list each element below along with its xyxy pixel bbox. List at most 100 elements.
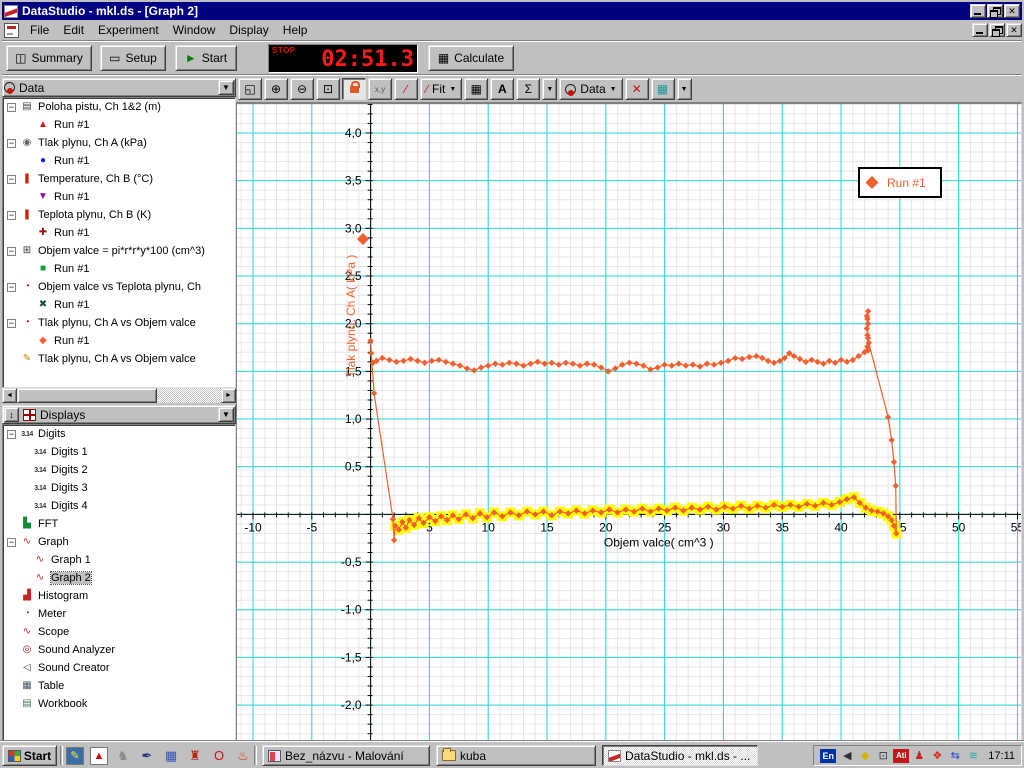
tree-expand-box[interactable]: − <box>7 283 16 292</box>
tree-expand-box[interactable]: − <box>7 538 16 547</box>
menu-window[interactable]: Window <box>166 20 223 40</box>
notes-icon[interactable]: ✎ <box>66 747 84 765</box>
graph-settings-button[interactable]: ▦ <box>651 78 675 100</box>
zoom-out-button[interactable]: ⊖ <box>290 78 314 100</box>
display-item-meter[interactable]: ◔Meter <box>3 605 235 623</box>
tree-expand-box[interactable]: − <box>7 247 16 256</box>
smart-tool-button[interactable] <box>342 78 366 100</box>
display-item-fft[interactable]: ▙FFT <box>3 515 235 533</box>
display-item-graph[interactable]: −∿Graph <box>3 533 235 551</box>
data-tree-item[interactable]: ✎Tlak plynu, Ch A vs Objem valce <box>3 350 235 368</box>
taskbar-task-kuba[interactable]: kuba <box>436 745 596 766</box>
data-tree-item[interactable]: −⊞Objem valce = pi*r*r*y*100 (cm^3) <box>3 242 235 260</box>
display-item-sound-analyzer[interactable]: ◎Sound Analyzer <box>3 641 235 659</box>
zoom-select-button[interactable]: ⊡ <box>316 78 340 100</box>
power-icon[interactable]: ❖ <box>929 748 945 764</box>
plot-svg[interactable]: -10-55101520253035404550554,03,53,02,52,… <box>237 104 1021 740</box>
taskbar-task-datastudio[interactable]: DataStudio - mkl.ds - ... <box>602 745 758 766</box>
graph-calculator-button[interactable]: ▦ <box>464 78 488 100</box>
data-tree-item[interactable]: −❚Temperature, Ch B (°C) <box>3 170 235 188</box>
display-subitem-digits-3[interactable]: 3.14Digits 3 <box>3 479 235 497</box>
menu-file[interactable]: File <box>23 20 56 40</box>
panel-splitter-handle[interactable]: ↕ <box>4 407 19 422</box>
remove-button[interactable]: ✕ <box>625 78 649 100</box>
display-item-workbook[interactable]: ▤Workbook <box>3 695 235 713</box>
data-panel-header[interactable]: Data ▼ <box>2 78 236 97</box>
restore-button[interactable] <box>987 4 1003 18</box>
flame-icon[interactable]: ♨ <box>234 747 252 765</box>
data-tree-hscrollbar[interactable]: ◄ ► <box>2 388 236 403</box>
start-menu-button[interactable]: Start <box>2 745 57 766</box>
scroll-left-arrow[interactable]: ◄ <box>2 388 17 403</box>
display-subitem-digits-2[interactable]: 3.14Digits 2 <box>3 461 235 479</box>
bird-icon[interactable]: ♞ <box>114 747 132 765</box>
agent-icon[interactable]: ♟ <box>911 748 927 764</box>
calculator-icon[interactable]: ▦ <box>162 747 180 765</box>
data-tree-item[interactable]: −◉Tlak plynu, Ch A (kPa) <box>3 134 235 152</box>
summary-button[interactable]: ◫ Summary <box>6 45 92 71</box>
taskbar-task-paint[interactable]: Bez_názvu - Malování <box>262 745 430 766</box>
display-subitem-digits-1[interactable]: 3.14Digits 1 <box>3 443 235 461</box>
text-tool-button[interactable]: A <box>490 78 514 100</box>
mdi-child-icon[interactable] <box>4 23 19 38</box>
minimize-button[interactable] <box>970 4 986 18</box>
sync-icon[interactable]: ⇆ <box>947 748 963 764</box>
menu-experiment[interactable]: Experiment <box>91 20 166 40</box>
data-run-item[interactable]: ✖Run #1 <box>3 296 235 314</box>
plot-area[interactable]: -10-55101520253035404550554,03,53,02,52,… <box>236 103 1022 741</box>
tweakui-icon[interactable]: ◆ <box>857 748 873 764</box>
pen-icon[interactable]: ✒ <box>138 747 156 765</box>
fit-dropdown-button[interactable]: ∕ Fit ▼ <box>420 78 462 100</box>
start-button[interactable]: ► Start <box>175 45 237 71</box>
display-subitem-graph-2[interactable]: ∿Graph 2 <box>3 569 235 587</box>
data-run-item[interactable]: ◆Run #1 <box>3 332 235 350</box>
tree-expand-box[interactable]: − <box>7 175 16 184</box>
mdi-close-button[interactable] <box>1006 23 1022 37</box>
display-subitem-digits-4[interactable]: 3.14Digits 4 <box>3 497 235 515</box>
data-run-item[interactable]: ■Run #1 <box>3 260 235 278</box>
data-dropdown-button-graph[interactable]: Data ▼ <box>559 78 622 100</box>
menu-display[interactable]: Display <box>222 20 275 40</box>
display-item-sound-creator[interactable]: ◁Sound Creator <box>3 659 235 677</box>
calculate-button[interactable]: ▦ Calculate <box>428 45 514 71</box>
data-run-item[interactable]: ▲Run #1 <box>3 116 235 134</box>
graph-settings-dropdown-button[interactable]: ▼ <box>677 78 692 100</box>
display-item-table[interactable]: ▦Table <box>3 677 235 695</box>
displays-panel-header[interactable]: ↕ Displays ▼ <box>2 405 236 424</box>
tree-expand-box[interactable]: − <box>7 139 16 148</box>
setup-button[interactable]: ▭ Setup <box>100 45 166 71</box>
scroll-thumb[interactable] <box>17 388 157 403</box>
displays-dropdown-button[interactable]: ▼ <box>218 407 234 422</box>
opera-icon[interactable]: O <box>210 747 228 765</box>
scale-to-fit-button[interactable]: ◱ <box>238 78 262 100</box>
data-tree-item[interactable]: −◔Objem valce vs Teplota plynu, Ch <box>3 278 235 296</box>
statistics-dropdown-button[interactable]: ▼ <box>542 78 557 100</box>
slope-tool-button[interactable]: x,y <box>368 78 392 100</box>
language-indicator[interactable]: En <box>820 749 836 763</box>
tree-expand-box[interactable]: − <box>7 430 16 439</box>
tree-expand-box[interactable]: − <box>7 103 16 112</box>
tree-expand-box[interactable]: − <box>7 319 16 328</box>
data-run-item[interactable]: ✚Run #1 <box>3 224 235 242</box>
data-tree-item[interactable]: −❚Teplota plynu, Ch B (K) <box>3 206 235 224</box>
data-run-item[interactable]: ●Run #1 <box>3 152 235 170</box>
taskbar-clock[interactable]: 17:11 <box>988 750 1015 762</box>
scheduler-icon[interactable]: ⊡ <box>875 748 891 764</box>
data-run-item[interactable]: ▼Run #1 <box>3 188 235 206</box>
dragon-icon[interactable]: ♜ <box>186 747 204 765</box>
display-item-scope[interactable]: ∿Scope <box>3 623 235 641</box>
data-tree-item[interactable]: −▤Poloha pistu, Ch 1&2 (m) <box>3 98 235 116</box>
tree-expand-box[interactable]: − <box>7 211 16 220</box>
ati-icon[interactable]: Ati <box>893 749 909 763</box>
scroll-right-arrow[interactable]: ► <box>221 388 236 403</box>
mdi-restore-button[interactable] <box>989 23 1005 37</box>
menu-help[interactable]: Help <box>276 20 315 40</box>
mdi-minimize-button[interactable] <box>972 23 988 37</box>
display-item-digits[interactable]: −3.14Digits <box>3 425 235 443</box>
data-dropdown-button[interactable]: ▼ <box>218 80 234 95</box>
statistics-button[interactable]: Σ <box>516 78 540 100</box>
acrobat-icon[interactable]: ▲ <box>90 747 108 765</box>
display-subitem-graph-1[interactable]: ∿Graph 1 <box>3 551 235 569</box>
display-adapter-icon[interactable]: ≋ <box>965 748 981 764</box>
zoom-in-button[interactable]: ⊕ <box>264 78 288 100</box>
